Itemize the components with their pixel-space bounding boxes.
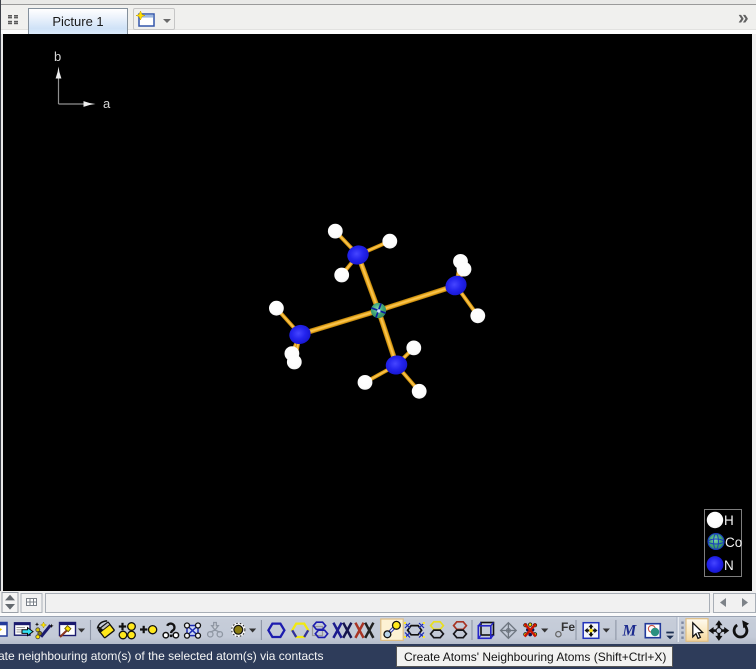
svg-text:Fe: Fe (561, 620, 575, 634)
svg-text:a: a (103, 96, 111, 111)
svg-text:M: M (622, 623, 638, 640)
svg-text:b: b (54, 49, 61, 64)
svg-text:Co: Co (725, 535, 742, 550)
svg-text:N: N (724, 558, 734, 573)
svg-text:H: H (724, 513, 734, 528)
